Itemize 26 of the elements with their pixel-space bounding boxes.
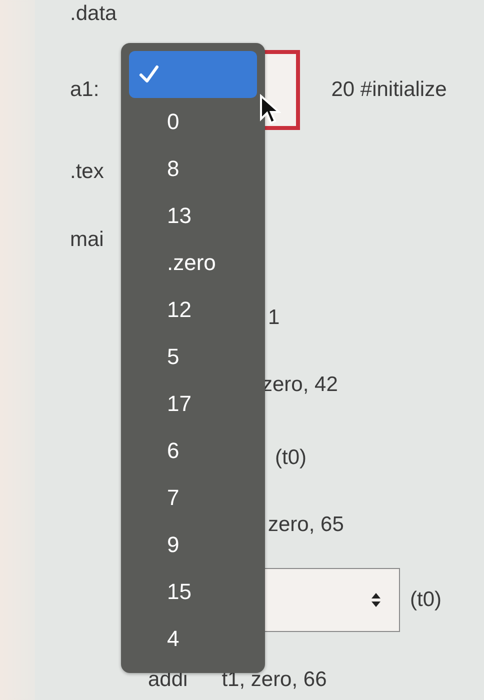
menu-option[interactable]: 5 [129,333,257,380]
code-text: zero, 42 [262,373,338,397]
menu-option[interactable]: .zero [129,239,257,286]
label-text: a1: [70,78,100,102]
code-text: (t0) [410,588,442,612]
code-text: 1 [268,306,280,330]
stepper-icon [371,592,381,608]
menu-option[interactable]: 15 [129,568,257,615]
menu-option[interactable]: 13 [129,192,257,239]
instruction-text: addi [148,668,188,692]
menu-option[interactable]: 6 [129,427,257,474]
code-text: zero, 65 [268,513,344,537]
menu-option[interactable]: 12 [129,286,257,333]
pointer-cursor-icon [259,94,281,126]
menu-option[interactable]: 9 [129,521,257,568]
menu-option[interactable]: 4 [129,615,257,662]
menu-option[interactable]: 17 [129,380,257,427]
code-text: .tex [70,160,104,184]
code-text: mai [70,228,104,252]
code-text: .data [70,2,117,26]
code-text: 20 #initialize [331,78,447,102]
menu-option[interactable]: 7 [129,474,257,521]
menu-option[interactable]: 8 [129,145,257,192]
menu-option[interactable]: 0 [129,98,257,145]
code-text: (t0) [275,446,306,470]
checkmark-icon [138,63,160,85]
